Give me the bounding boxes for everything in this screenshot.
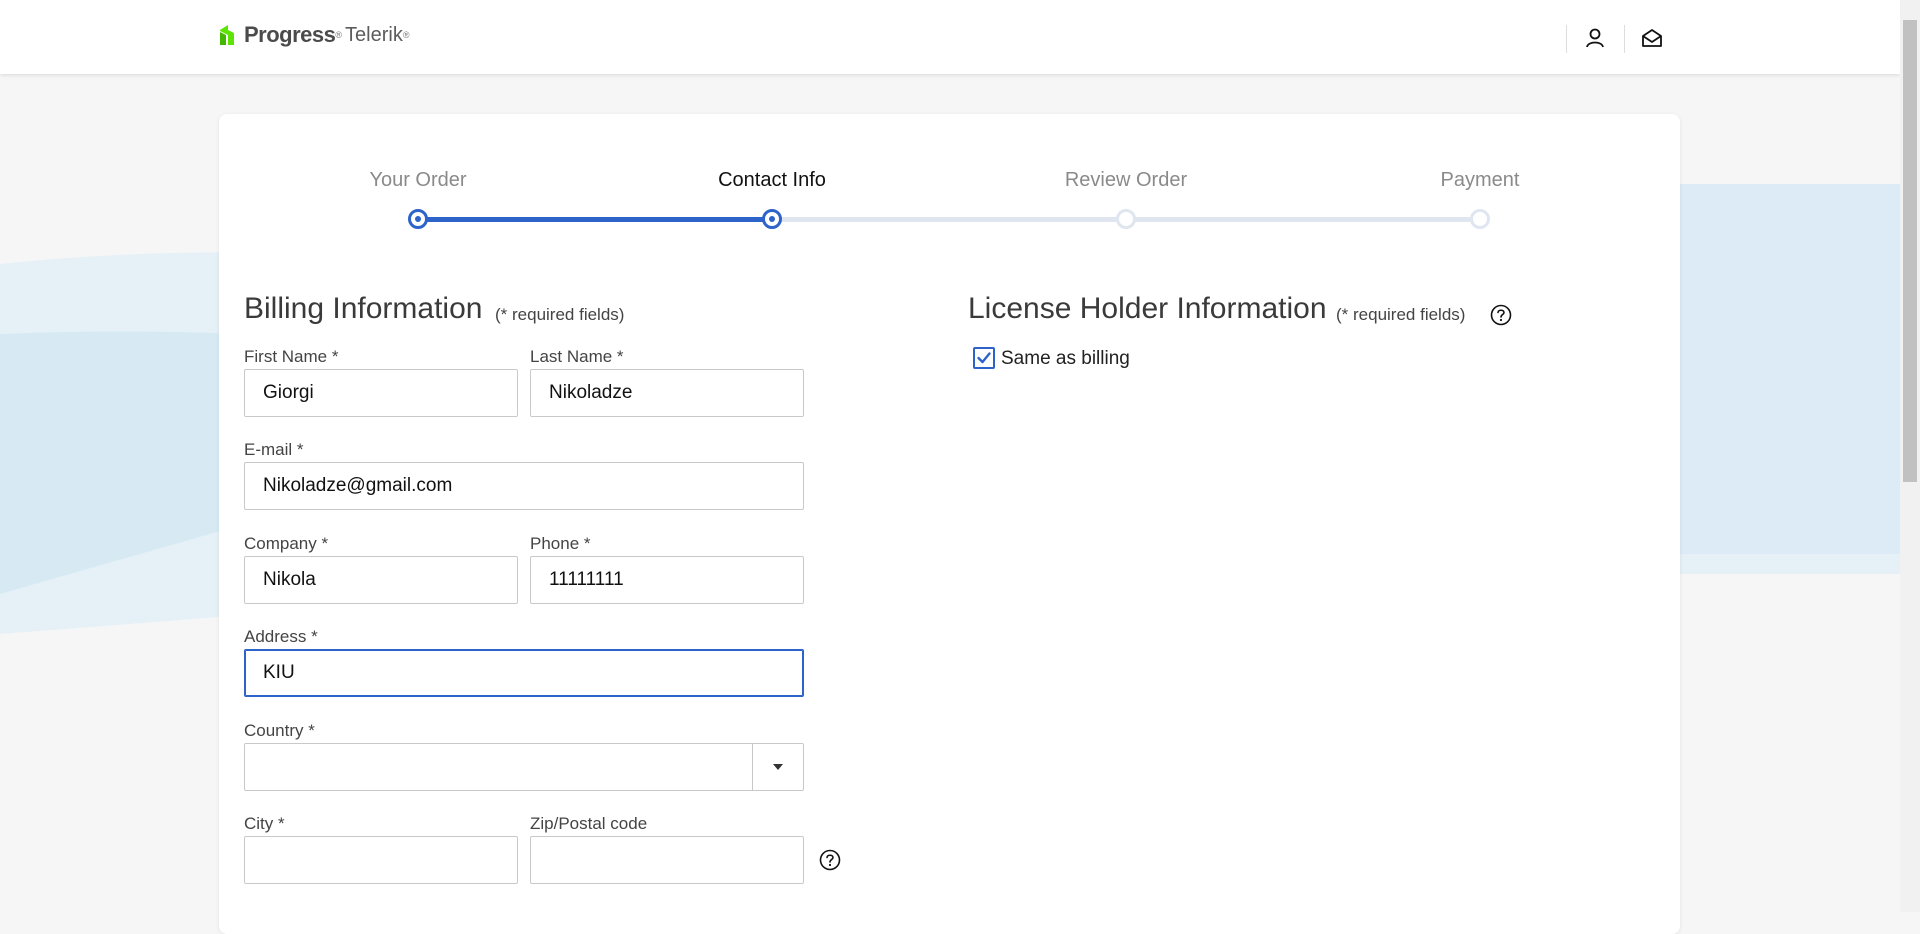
address-label: Address *: [244, 627, 318, 646]
first-name-input[interactable]: [244, 369, 518, 417]
company-label: Company *: [244, 534, 329, 553]
checkmark-icon: [977, 352, 991, 364]
header-divider: [1624, 25, 1625, 53]
zip-help-icon[interactable]: [819, 849, 841, 871]
city-label: City *: [244, 814, 285, 833]
same-as-billing-checkbox[interactable]: [973, 347, 995, 369]
checkout-stepper: Your Order Contact Info Review Order Pay…: [219, 114, 1680, 244]
caret-down-icon: [773, 764, 783, 770]
brand-name: Progress: [244, 22, 336, 47]
product-name: Telerik: [345, 23, 403, 46]
first-name-label: First Name *: [244, 347, 339, 366]
license-help-icon[interactable]: [1490, 304, 1512, 326]
step-review-order-dot: [1116, 209, 1136, 229]
last-name-input[interactable]: [530, 369, 804, 417]
brand-trademark: ®: [335, 30, 343, 40]
address-input[interactable]: [244, 649, 804, 697]
step-payment-label: Payment: [1440, 169, 1520, 191]
step-your-order-dot[interactable]: [408, 209, 428, 229]
country-select[interactable]: [244, 743, 804, 791]
page-scrollbar[interactable]: [1900, 0, 1920, 912]
checkout-card: Your Order Contact Info Review Order Pay…: [219, 114, 1680, 934]
progress-telerik-logo[interactable]: Progress ® Telerik ®: [218, 22, 409, 48]
license-title: License Holder Information: [968, 292, 1327, 325]
step-payment-dot: [1470, 209, 1490, 229]
user-account-icon[interactable]: [1584, 27, 1606, 49]
country-label: Country *: [244, 721, 315, 740]
zip-input[interactable]: [530, 836, 804, 884]
city-input[interactable]: [244, 836, 518, 884]
scrollbar-thumb[interactable]: [1903, 20, 1917, 482]
license-required-note: (* required fields): [1336, 305, 1466, 324]
billing-required-note: (* required fields): [495, 305, 625, 324]
phone-label: Phone *: [530, 534, 591, 553]
country-dropdown-button[interactable]: [752, 744, 803, 790]
email-input[interactable]: [244, 462, 804, 510]
step-your-order-label[interactable]: Your Order: [369, 169, 466, 192]
envelope-open-icon[interactable]: [1641, 27, 1663, 49]
step-contact-info-label[interactable]: Contact Info: [718, 169, 826, 192]
phone-input[interactable]: [530, 556, 804, 604]
email-label: E-mail *: [244, 440, 304, 459]
zip-label: Zip/Postal code: [530, 814, 648, 833]
billing-title: Billing Information: [244, 292, 483, 325]
company-input[interactable]: [244, 556, 518, 604]
last-name-label: Last Name *: [530, 347, 624, 366]
top-header: Progress ® Telerik ®: [0, 0, 1900, 74]
step-contact-info-dot[interactable]: [762, 209, 782, 229]
stepper-progress-track: [418, 217, 772, 222]
progress-logo-icon: [220, 25, 234, 45]
same-as-billing-label[interactable]: Same as billing: [1001, 348, 1130, 370]
header-divider: [1566, 25, 1567, 53]
step-review-order-label: Review Order: [1064, 169, 1188, 191]
product-trademark: ®: [402, 30, 410, 40]
